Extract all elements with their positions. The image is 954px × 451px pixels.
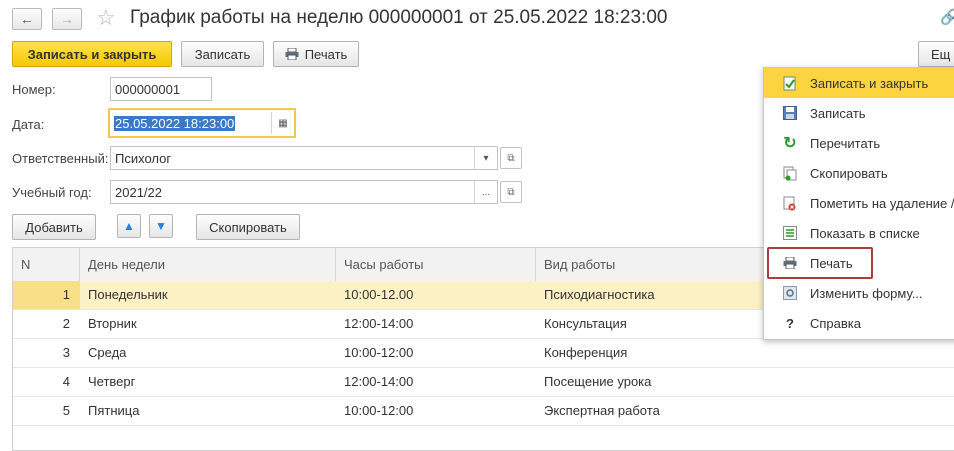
cell-hours: 12:00-14:00 (344, 316, 414, 331)
column-header-hours[interactable]: Часы работы (336, 248, 536, 281)
print-button[interactable]: Печать (273, 41, 359, 67)
arrow-down-icon: ▼ (155, 219, 167, 233)
menu-item-label: Изменить форму... (810, 285, 923, 301)
more-button[interactable]: Ещ (918, 41, 954, 67)
cell-day: Четверг (88, 374, 136, 389)
table-row[interactable]: 5 Пятница 10:00-12:00 Экспертная работа (13, 397, 954, 426)
cell-hours: 10:00-12:00 (344, 403, 414, 418)
save-button[interactable]: Записать (181, 41, 264, 67)
cell-work-type: Конференция (544, 345, 628, 360)
save-close-icon (778, 76, 802, 91)
print-highlight-outline (767, 247, 873, 279)
menu-item-help[interactable]: ? Справка (764, 308, 954, 338)
cell-day: Вторник (88, 316, 137, 331)
cell-n: 5 (62, 403, 70, 418)
cell-work-type: Консультация (544, 316, 627, 331)
cell-work-type: Посещение урока (544, 374, 652, 389)
menu-item-show-in-list[interactable]: Показать в списке (764, 218, 954, 248)
year-field[interactable]: 2021/22 ... (110, 180, 498, 204)
menu-item-save[interactable]: Записать (764, 98, 954, 128)
calendar-icon: ▦ (278, 117, 288, 129)
table-row[interactable]: 3 Среда 10:00-12:00 Конференция (13, 339, 954, 368)
delete-mark-icon (778, 196, 802, 211)
open-year-button[interactable]: ⧉ (500, 181, 522, 203)
printer-icon (285, 48, 299, 60)
cell-n: 3 (62, 345, 70, 360)
cell-day: Среда (88, 345, 127, 360)
date-label: Дата: (12, 117, 45, 132)
number-value: 000000001 (115, 81, 181, 97)
open-icon: ⧉ (507, 152, 515, 164)
move-down-button[interactable]: ▼ (149, 214, 173, 238)
menu-item-label: Показать в списке (810, 225, 920, 241)
help-icon: ? (786, 315, 794, 331)
menu-item-label: Скопировать (810, 165, 888, 181)
cell-day: Понедельник (88, 287, 168, 302)
cell-hours: 10:00-12.00 (344, 287, 414, 302)
page-title: График работы на неделю 000000001 от 25.… (130, 7, 668, 28)
favorite-star-icon[interactable]: ☆ (96, 5, 116, 31)
back-button[interactable]: ← (12, 8, 42, 30)
menu-item-reread[interactable]: ↻ Перечитать (764, 128, 954, 158)
calendar-button[interactable]: ▦ (271, 112, 294, 134)
menu-item-save-close[interactable]: Записать и закрыть (764, 68, 954, 98)
cell-hours: 12:00-14:00 (344, 374, 414, 389)
date-value: 25.05.2022 18:23:00 (114, 115, 236, 131)
column-header-day[interactable]: День недели (80, 248, 336, 281)
arrow-up-icon: ▲ (123, 219, 135, 233)
menu-item-label: Перечитать (810, 135, 881, 151)
more-menu: Записать и закрыть Записать ↻ Перечитать… (763, 67, 954, 340)
save-and-close-button[interactable]: Записать и закрыть (12, 41, 172, 67)
link-icon[interactable]: 🔗 (940, 8, 954, 26)
refresh-icon: ↻ (783, 135, 797, 152)
responsible-value: Психолог (115, 150, 172, 166)
cell-work-type: Психодиагностика (544, 287, 655, 302)
menu-item-label: Справка (810, 315, 861, 331)
arrow-left-icon: ← (20, 11, 34, 27)
cell-work-type: Экспертная работа (544, 403, 660, 418)
cell-n: 4 (62, 374, 70, 389)
date-field[interactable]: 25.05.2022 18:23:00 ▦ (108, 108, 296, 138)
cell-day: Пятница (88, 403, 140, 418)
menu-item-label: Записать (810, 105, 866, 121)
open-icon: ⧉ (507, 186, 515, 198)
floppy-icon (778, 106, 802, 120)
add-button[interactable]: Добавить (12, 214, 96, 240)
arrow-right-icon: → (60, 11, 74, 27)
move-up-button[interactable]: ▲ (117, 214, 141, 238)
menu-item-copy[interactable]: Скопировать (764, 158, 954, 188)
copy-button[interactable]: Скопировать (196, 214, 300, 240)
year-label: Учебный год: (12, 185, 92, 200)
menu-item-label: Записать и закрыть (810, 75, 929, 91)
forward-button[interactable]: → (52, 8, 82, 30)
ellipsis-icon: ... (481, 186, 491, 198)
cell-n: 2 (62, 316, 70, 331)
number-field[interactable]: 000000001 (110, 77, 212, 101)
copy-icon (778, 166, 802, 181)
table-row[interactable]: 4 Четверг 12:00-14:00 Посещение урока (13, 368, 954, 397)
open-responsible-button[interactable]: ⧉ (500, 147, 522, 169)
number-label: Номер: (12, 82, 56, 97)
responsible-label: Ответственный: (12, 151, 109, 166)
menu-item-mark-delete[interactable]: Пометить на удаление / (764, 188, 954, 218)
column-header-n[interactable]: N (13, 248, 80, 281)
list-icon (778, 226, 802, 240)
cell-n: 1 (13, 281, 80, 309)
print-button-label: Печать (304, 46, 348, 62)
select-button[interactable]: ... (474, 181, 497, 203)
menu-item-change-form[interactable]: Изменить форму... (764, 278, 954, 308)
cell-hours: 10:00-12:00 (344, 345, 414, 360)
menu-item-label: Пометить на удаление / (810, 195, 954, 211)
year-value: 2021/22 (115, 184, 162, 200)
dropdown-button[interactable]: ▾ (474, 147, 497, 169)
responsible-field[interactable]: Психолог ▾ (110, 146, 498, 170)
form-settings-icon (778, 286, 802, 300)
chevron-down-icon: ▾ (483, 152, 489, 164)
